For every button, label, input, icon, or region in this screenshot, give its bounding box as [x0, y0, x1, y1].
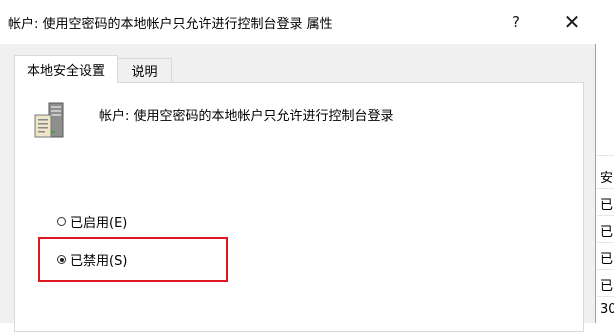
row-divider	[597, 155, 614, 156]
background-cell: 安	[600, 171, 614, 186]
row-divider	[597, 188, 614, 189]
help-button[interactable]: ?	[493, 0, 539, 44]
background-cell: 已	[600, 279, 614, 294]
row-divider	[597, 269, 614, 270]
background-cell: 已	[600, 225, 614, 240]
background-window-strip: 安 已 已 已 已 30	[597, 0, 614, 323]
annotation-highlight-box	[38, 237, 228, 282]
background-cell: 已	[600, 198, 614, 213]
row-divider	[597, 242, 614, 243]
background-cell: 已	[600, 252, 614, 267]
row-divider	[597, 296, 614, 297]
tab-explain[interactable]: 说明	[118, 58, 172, 82]
title-bar[interactable]: 帐户: 使用空密码的本地帐户只允许进行控制台登录 属性 ? ✕	[0, 0, 596, 44]
close-button[interactable]: ✕	[549, 0, 595, 44]
enabled-label: 已启用(E)	[70, 216, 128, 231]
server-computer-icon	[34, 102, 64, 138]
background-cell: 30	[600, 302, 614, 317]
enabled-option[interactable]: 已启用(E)	[57, 212, 127, 231]
settings-panel: 帐户: 使用空密码的本地帐户只允许进行控制台登录 已启用(E) 已禁用(S)	[14, 82, 584, 332]
tab-local-security-setting[interactable]: 本地安全设置	[14, 55, 118, 83]
enabled-radio[interactable]	[57, 217, 66, 226]
dialog-title: 帐户: 使用空密码的本地帐户只允许进行控制台登录 属性	[8, 17, 333, 32]
row-divider	[597, 215, 614, 216]
policy-name: 帐户: 使用空密码的本地帐户只允许进行控制台登录	[99, 109, 394, 124]
